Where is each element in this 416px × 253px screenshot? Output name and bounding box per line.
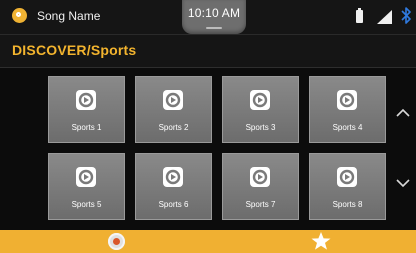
tile-label: Sports 4 bbox=[332, 123, 363, 132]
title-bar: DISCOVER/Sports bbox=[0, 34, 416, 68]
song-name[interactable]: Song Name bbox=[37, 9, 100, 23]
page-title: DISCOVER/Sports bbox=[12, 42, 137, 58]
tile-label: Sports 7 bbox=[245, 200, 276, 209]
channel-icon bbox=[76, 167, 96, 187]
star-icon[interactable] bbox=[310, 231, 332, 251]
bluetooth-glyph bbox=[401, 7, 411, 24]
channel-icon bbox=[163, 167, 183, 187]
channel-icon bbox=[250, 90, 270, 110]
chevron-down-icon[interactable] bbox=[394, 174, 412, 192]
bottom-bar bbox=[0, 230, 416, 253]
status-bar: Song Name 10:10 AM bbox=[0, 0, 416, 34]
chevron-up-icon[interactable] bbox=[394, 104, 412, 122]
tile-label: Sports 5 bbox=[71, 200, 102, 209]
tile-sports-3[interactable]: Sports 3 bbox=[222, 76, 299, 143]
tile-sports-5[interactable]: Sports 5 bbox=[48, 153, 125, 220]
content-area: Sports 1 Sports 2 Sports 3 Sports 4 Spor… bbox=[0, 68, 416, 230]
home-icon[interactable] bbox=[108, 233, 125, 250]
tile-label: Sports 6 bbox=[158, 200, 189, 209]
channel-icon bbox=[76, 90, 96, 110]
tile-label: Sports 1 bbox=[71, 123, 102, 132]
battery-icon bbox=[356, 8, 363, 23]
tile-label: Sports 8 bbox=[332, 200, 363, 209]
channel-icon bbox=[250, 167, 270, 187]
tile-sports-6[interactable]: Sports 6 bbox=[135, 153, 212, 220]
tile-label: Sports 3 bbox=[245, 123, 276, 132]
channel-icon bbox=[337, 90, 357, 110]
clock-tab[interactable]: 10:10 AM bbox=[182, 0, 246, 34]
tile-label: Sports 2 bbox=[158, 123, 189, 132]
signal-icon bbox=[377, 10, 392, 24]
app-icon[interactable] bbox=[12, 8, 27, 23]
channel-icon bbox=[163, 90, 183, 110]
channel-icon bbox=[337, 167, 357, 187]
pull-down-handle[interactable] bbox=[206, 27, 222, 29]
tile-sports-7[interactable]: Sports 7 bbox=[222, 153, 299, 220]
tile-sports-1[interactable]: Sports 1 bbox=[48, 76, 125, 143]
tile-sports-8[interactable]: Sports 8 bbox=[309, 153, 386, 220]
tile-sports-2[interactable]: Sports 2 bbox=[135, 76, 212, 143]
clock-time: 10:10 AM bbox=[187, 6, 241, 20]
screen: Song Name 10:10 AM DISCOVER/Sports Sport… bbox=[0, 0, 416, 253]
tile-sports-4[interactable]: Sports 4 bbox=[309, 76, 386, 143]
bluetooth-icon bbox=[401, 7, 416, 26]
